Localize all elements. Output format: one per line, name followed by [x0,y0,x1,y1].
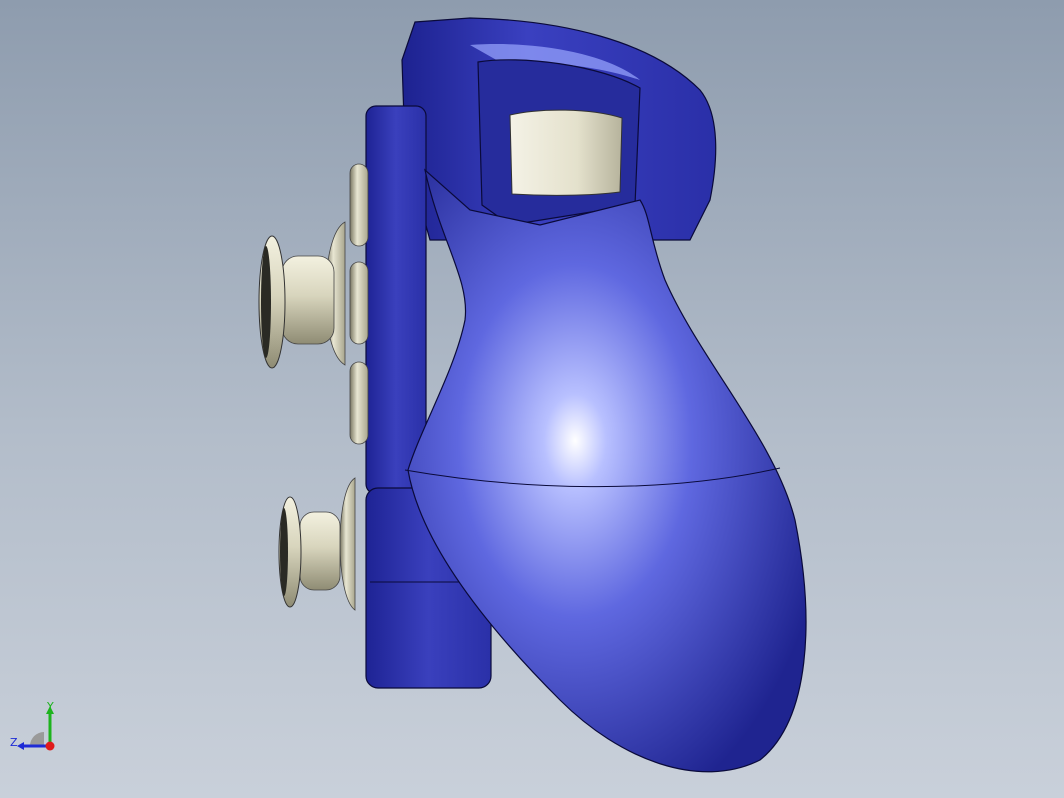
thumbstick-2-base [339,477,356,611]
face-button-3[interactable] [349,361,369,445]
triad-base-icon [30,732,44,746]
z-axis-label: Z [10,736,18,749]
controller-model[interactable] [0,0,1064,798]
3d-viewport[interactable]: Y Z [0,0,1064,798]
thumbstick-1-cap-rim [261,246,271,358]
thumbstick-1-shaft[interactable] [281,255,335,345]
trigger-button[interactable] [509,109,623,196]
thumbstick-2-shaft[interactable] [299,511,341,591]
front-plate-upper [365,105,427,495]
thumbstick-2-cap-rim [280,508,288,596]
axis-triad[interactable]: Y Z [8,698,68,758]
z-axis-arrow-icon [17,742,24,750]
y-axis-label: Y [46,700,54,713]
face-button-1[interactable] [349,163,369,247]
face-button-2[interactable] [349,261,369,345]
x-axis-dot-icon [45,741,55,751]
